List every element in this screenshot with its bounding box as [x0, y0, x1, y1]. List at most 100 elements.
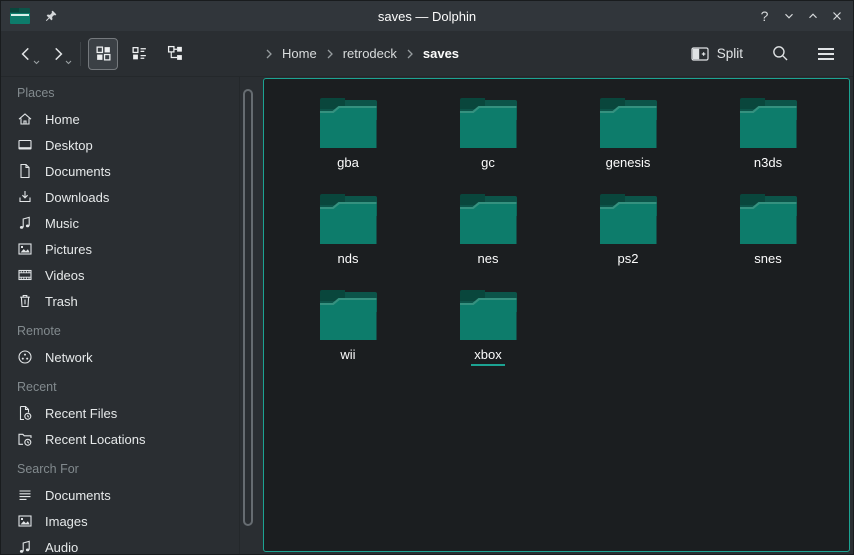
- sidebar-item-images[interactable]: Images: [1, 508, 239, 534]
- breadcrumb-item-saves[interactable]: saves: [420, 46, 462, 61]
- pin-icon[interactable]: [43, 9, 58, 24]
- folder-icon: [740, 194, 797, 244]
- folder-item-gc[interactable]: gc: [418, 96, 558, 192]
- desktop-icon: [17, 137, 33, 153]
- breadcrumb-item-retrodeck[interactable]: retrodeck: [340, 46, 400, 61]
- toolbar-separator: [80, 42, 81, 66]
- sidebar-item-documents[interactable]: Documents: [1, 482, 239, 508]
- scrollbar-thumb[interactable]: [243, 89, 253, 526]
- sidebar-item-music[interactable]: Music: [1, 210, 239, 236]
- help-button[interactable]: ?: [757, 8, 772, 24]
- breadcrumb-chevron-icon: [325, 48, 335, 60]
- folder-label: nes: [475, 251, 502, 268]
- folder-item-snes[interactable]: snes: [698, 192, 838, 288]
- video-icon: [17, 267, 33, 283]
- sidebar-item-label: Documents: [45, 488, 111, 503]
- back-dropdown-icon: [33, 60, 40, 65]
- folder-item-gba[interactable]: gba: [278, 96, 418, 192]
- sidebar-item-label: Recent Files: [45, 406, 117, 421]
- sidebar-item-label: Documents: [45, 164, 111, 179]
- sidebar-section-recent: Recent Recent Files Recent Locations: [1, 374, 239, 452]
- search-button[interactable]: [765, 38, 795, 70]
- maximize-button[interactable]: [805, 8, 820, 24]
- panel-divider[interactable]: [239, 77, 240, 554]
- tree-view-button[interactable]: [160, 38, 190, 70]
- breadcrumb-chevron-icon: [405, 48, 415, 60]
- folder-icon: [320, 194, 377, 244]
- sidebar-section-places: PlacesHomeDesktop Documents Downloads Music…: [1, 80, 239, 314]
- sidebar-item-home[interactable]: Home: [1, 106, 239, 132]
- sidebar-item-videos[interactable]: Videos: [1, 262, 239, 288]
- icons-view-button[interactable]: [88, 38, 118, 70]
- minimize-button[interactable]: [781, 8, 796, 24]
- sidebar-scrollbar[interactable]: [242, 77, 254, 554]
- split-label: Split: [717, 46, 743, 61]
- recent-folder-icon: [17, 431, 33, 447]
- folder-label: ps2: [615, 251, 642, 268]
- folder-item-genesis[interactable]: genesis: [558, 96, 698, 192]
- split-button[interactable]: Split: [689, 42, 745, 66]
- home-icon: [17, 111, 33, 127]
- sidebar-item-audio[interactable]: Audio: [1, 534, 239, 554]
- sidebar-item-network[interactable]: Network: [1, 344, 239, 370]
- folder-item-xbox[interactable]: xbox: [418, 288, 558, 384]
- folder-label: gc: [478, 155, 498, 172]
- content-area: PlacesHomeDesktop Documents Downloads Music…: [1, 77, 853, 554]
- sidebar-item-label: Recent Locations: [45, 432, 145, 447]
- breadcrumb: Home retrodeck saves: [264, 31, 462, 76]
- sidebar-item-recent-files[interactable]: Recent Files: [1, 400, 239, 426]
- folder-icon: [460, 194, 517, 244]
- folder-icon: [600, 98, 657, 148]
- back-button[interactable]: [11, 38, 41, 70]
- sidebar-item-recent-locations[interactable]: Recent Locations: [1, 426, 239, 452]
- folder-grid: gba gc genesis n3ds nds nes ps2 snes wii xbox: [264, 79, 849, 384]
- folder-item-nds[interactable]: nds: [278, 192, 418, 288]
- folder-label: wii: [337, 347, 358, 364]
- sidebar-item-downloads[interactable]: Downloads: [1, 184, 239, 210]
- image-icon: [17, 513, 33, 529]
- folder-view[interactable]: gba gc genesis n3ds nds nes ps2 snes wii xbox: [263, 78, 850, 552]
- sidebar-item-label: Audio: [45, 540, 78, 555]
- folder-label: nds: [335, 251, 362, 268]
- sidebar-item-label: Downloads: [45, 190, 109, 205]
- sidebar-item-label: Images: [45, 514, 88, 529]
- close-button[interactable]: [829, 8, 844, 24]
- sidebar-item-label: Videos: [45, 268, 85, 283]
- folder-label: gba: [334, 155, 362, 172]
- section-header-recent: Recent: [1, 374, 239, 400]
- dolphin-window: saves — Dolphin ?: [0, 0, 854, 555]
- folder-icon: [600, 194, 657, 244]
- folder-item-ps2[interactable]: ps2: [558, 192, 698, 288]
- image-icon: [17, 241, 33, 257]
- section-header-remote: Remote: [1, 318, 239, 344]
- folder-item-n3ds[interactable]: n3ds: [698, 96, 838, 192]
- folder-icon: [320, 290, 377, 340]
- sidebar-item-documents[interactable]: Documents: [1, 158, 239, 184]
- breadcrumb-item-home[interactable]: Home: [279, 46, 320, 61]
- forward-button[interactable]: [43, 38, 73, 70]
- toolbar-right-group: Split: [689, 38, 843, 70]
- sidebar-section-search-for: Search ForDocumentsImagesAudio: [1, 456, 239, 554]
- folder-label: n3ds: [751, 155, 785, 172]
- sidebar-item-desktop[interactable]: Desktop: [1, 132, 239, 158]
- sidebar-item-trash[interactable]: Trash: [1, 288, 239, 314]
- details-view-button[interactable]: [124, 38, 154, 70]
- folder-icon: [740, 98, 797, 148]
- sidebar-item-label: Pictures: [45, 242, 92, 257]
- folder-item-wii[interactable]: wii: [278, 288, 418, 384]
- sidebar-item-label: Network: [45, 350, 93, 365]
- section-header-places: Places: [1, 80, 239, 106]
- folder-item-nes[interactable]: nes: [418, 192, 558, 288]
- trash-icon: [17, 293, 33, 309]
- dolphin-app-icon[interactable]: [10, 8, 30, 24]
- places-panel: PlacesHomeDesktop Documents Downloads Music…: [1, 77, 239, 554]
- sidebar-item-pictures[interactable]: Pictures: [1, 236, 239, 262]
- folder-label: snes: [751, 251, 784, 268]
- folder-icon: [460, 290, 517, 340]
- window-controls: ?: [757, 8, 844, 24]
- hamburger-menu-button[interactable]: [811, 38, 841, 70]
- titlebar: saves — Dolphin ?: [1, 1, 853, 31]
- folder-label: genesis: [603, 155, 654, 172]
- sidebar-item-label: Trash: [45, 294, 78, 309]
- folder-icon: [320, 98, 377, 148]
